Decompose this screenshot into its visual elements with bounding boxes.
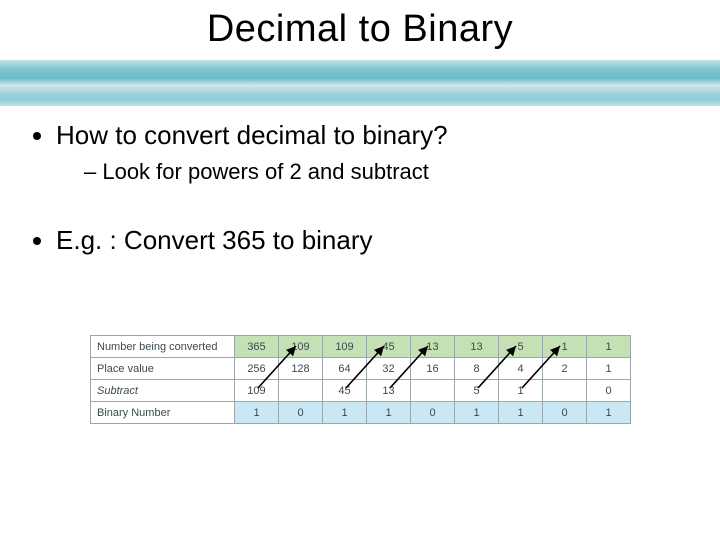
cell: 109	[235, 380, 279, 402]
cell: 1	[587, 358, 631, 380]
cell: 0	[587, 380, 631, 402]
conversion-table: Number being converted 365 109 109 45 13…	[90, 335, 631, 424]
cell: 5	[499, 336, 543, 358]
cell: 0	[411, 402, 455, 424]
table-row: Binary Number 1 0 1 1 0 1 1 0 1	[91, 402, 631, 424]
slide-body: How to convert decimal to binary? – Look…	[28, 120, 692, 262]
cell: 0	[279, 402, 323, 424]
table-row: Subtract 109 45 13 5 1 0	[91, 380, 631, 402]
cell: 1	[499, 380, 543, 402]
cell: 13	[411, 336, 455, 358]
cell: 1	[323, 402, 367, 424]
cell: 8	[455, 358, 499, 380]
cell: 1	[455, 402, 499, 424]
cell: 109	[323, 336, 367, 358]
row-label: Number being converted	[91, 336, 235, 358]
cell: 1	[587, 336, 631, 358]
cell: 0	[543, 402, 587, 424]
cell: 45	[323, 380, 367, 402]
slide: Decimal to Binary How to convert decimal…	[0, 0, 720, 540]
cell: 1	[543, 336, 587, 358]
cell: 1	[367, 402, 411, 424]
cell: 5	[455, 380, 499, 402]
bullet-1-text: How to convert decimal to binary?	[56, 120, 448, 150]
table-row: Number being converted 365 109 109 45 13…	[91, 336, 631, 358]
cell: 13	[367, 380, 411, 402]
row-label: Subtract	[91, 380, 235, 402]
cell	[411, 380, 455, 402]
cell: 4	[499, 358, 543, 380]
cell	[279, 380, 323, 402]
bullet-1-sub-text: – Look for powers of 2 and subtract	[84, 159, 692, 185]
slide-title: Decimal to Binary	[0, 8, 720, 51]
cell: 16	[411, 358, 455, 380]
cell: 13	[455, 336, 499, 358]
cell: 1	[499, 402, 543, 424]
row-label: Place value	[91, 358, 235, 380]
cell: 365	[235, 336, 279, 358]
title-banner	[0, 60, 720, 106]
cell: 45	[367, 336, 411, 358]
cell: 64	[323, 358, 367, 380]
cell: 32	[367, 358, 411, 380]
bullet-1: How to convert decimal to binary? – Look…	[56, 120, 692, 185]
bullet-2: E.g. : Convert 365 to binary	[56, 225, 692, 256]
cell: 1	[235, 402, 279, 424]
table-row: Place value 256 128 64 32 16 8 4 2 1	[91, 358, 631, 380]
cell: 1	[587, 402, 631, 424]
cell: 109	[279, 336, 323, 358]
bullet-1-sub: – Look for powers of 2 and subtract	[56, 159, 692, 185]
cell	[543, 380, 587, 402]
cell: 2	[543, 358, 587, 380]
cell: 128	[279, 358, 323, 380]
bullet-list-2: E.g. : Convert 365 to binary	[28, 225, 692, 256]
cell: 256	[235, 358, 279, 380]
row-label: Binary Number	[91, 402, 235, 424]
bullet-list: How to convert decimal to binary? – Look…	[28, 120, 692, 185]
conversion-table-wrap: Number being converted 365 109 109 45 13…	[90, 335, 630, 424]
